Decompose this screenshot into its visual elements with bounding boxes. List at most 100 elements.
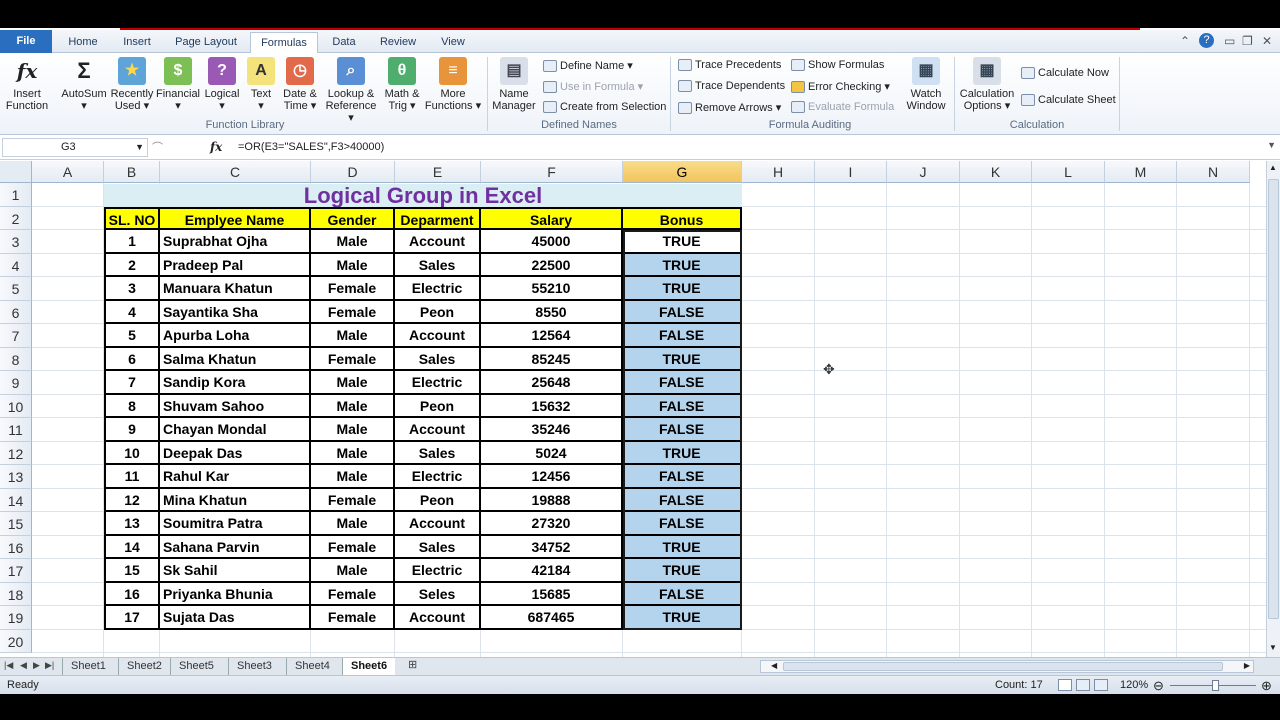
row-header-4[interactable]: 4 bbox=[0, 253, 32, 277]
row-header-17[interactable]: 17 bbox=[0, 559, 32, 583]
cell-sl-no[interactable]: 3 bbox=[104, 277, 160, 301]
cell-bonus[interactable]: TRUE bbox=[623, 441, 742, 465]
cell-bonus[interactable]: FALSE bbox=[623, 324, 742, 348]
watch-window-button[interactable]: ▦ Watch Window bbox=[902, 57, 950, 112]
row-header-7[interactable]: 7 bbox=[0, 324, 32, 348]
sheet-title[interactable]: Logical Group in Excel bbox=[104, 184, 742, 208]
cell-bonus[interactable]: FALSE bbox=[623, 371, 742, 395]
page-layout-view-icon[interactable] bbox=[1076, 679, 1090, 691]
cell-sl-no[interactable]: 15 bbox=[104, 559, 160, 583]
row-header-11[interactable]: 11 bbox=[0, 418, 32, 442]
column-header-k[interactable]: K bbox=[960, 161, 1032, 183]
cell-department[interactable]: Electric bbox=[395, 371, 481, 395]
insert-function-icon[interactable]: fx bbox=[210, 140, 222, 154]
cell-gender[interactable]: Female bbox=[311, 277, 395, 301]
cell-gender[interactable]: Male bbox=[311, 324, 395, 348]
cell-salary[interactable]: 5024 bbox=[481, 441, 623, 465]
cell-department[interactable]: Peon bbox=[395, 300, 481, 324]
insert-function-button[interactable]: fx Insert Function bbox=[4, 57, 50, 112]
row-header-6[interactable]: 6 bbox=[0, 300, 32, 324]
row-header-16[interactable]: 16 bbox=[0, 535, 32, 559]
cell-bonus[interactable]: TRUE bbox=[623, 535, 742, 559]
cell-sl-no[interactable]: 7 bbox=[104, 371, 160, 395]
cell-salary[interactable]: 15685 bbox=[481, 582, 623, 606]
cell-sl-no[interactable]: 4 bbox=[104, 300, 160, 324]
cell-bonus[interactable]: FALSE bbox=[623, 465, 742, 489]
cell-department[interactable]: Peon bbox=[395, 488, 481, 512]
cell-bonus[interactable]: TRUE bbox=[623, 559, 742, 583]
column-header-l[interactable]: L bbox=[1032, 161, 1105, 183]
name-manager-button[interactable]: ▤ Name Manager bbox=[491, 57, 537, 112]
cell-salary[interactable]: 55210 bbox=[481, 277, 623, 301]
cell-salary[interactable]: 25648 bbox=[481, 371, 623, 395]
zoom-out-icon[interactable]: ⊖ bbox=[1153, 677, 1164, 695]
cell-bonus[interactable]: TRUE bbox=[623, 347, 742, 371]
cell-salary[interactable]: 45000 bbox=[481, 230, 623, 254]
header-sl-no[interactable]: SL. NO bbox=[104, 206, 160, 230]
cell-department[interactable]: Sales bbox=[395, 253, 481, 277]
cell-employee-name[interactable]: Manuara Khatun bbox=[160, 277, 311, 301]
cell-salary[interactable]: 85245 bbox=[481, 347, 623, 371]
cell-sl-no[interactable]: 14 bbox=[104, 535, 160, 559]
page-break-view-icon[interactable] bbox=[1094, 679, 1108, 691]
scroll-left-icon[interactable]: ◀ bbox=[771, 661, 777, 670]
restore-icon[interactable]: ❐ bbox=[1242, 34, 1253, 48]
header-bonus[interactable]: Bonus bbox=[623, 206, 742, 230]
cell-department[interactable]: Sales bbox=[395, 441, 481, 465]
column-header-f[interactable]: F bbox=[481, 161, 623, 183]
column-header-c[interactable]: C bbox=[160, 161, 311, 183]
scroll-up-icon[interactable]: ▲ bbox=[1269, 163, 1277, 172]
cell-salary[interactable]: 12456 bbox=[481, 465, 623, 489]
row-header-14[interactable]: 14 bbox=[0, 488, 32, 512]
cell-sl-no[interactable]: 9 bbox=[104, 418, 160, 442]
cell-department[interactable]: Electric bbox=[395, 465, 481, 489]
cell-salary[interactable]: 15632 bbox=[481, 394, 623, 418]
cell-salary[interactable]: 34752 bbox=[481, 535, 623, 559]
cell-sl-no[interactable]: 17 bbox=[104, 606, 160, 630]
column-header-j[interactable]: J bbox=[887, 161, 960, 183]
cell-salary[interactable]: 27320 bbox=[481, 512, 623, 536]
column-header-g[interactable]: G bbox=[623, 161, 742, 183]
row-header-13[interactable]: 13 bbox=[0, 465, 32, 489]
evaluate-formula-button[interactable]: Evaluate Formula bbox=[791, 101, 894, 113]
scroll-right-icon[interactable]: ▶ bbox=[1244, 661, 1250, 670]
ribbon-minimize-icon[interactable]: ⌃ bbox=[1180, 34, 1190, 48]
vertical-scrollbar[interactable]: ▲ ▼ bbox=[1266, 161, 1280, 657]
cell-employee-name[interactable]: Sujata Das bbox=[160, 606, 311, 630]
cell-sl-no[interactable]: 6 bbox=[104, 347, 160, 371]
text-button[interactable]: A Text ▾ bbox=[244, 57, 278, 112]
row-header-10[interactable]: 10 bbox=[0, 394, 32, 418]
sheet-tab-sheet3[interactable]: Sheet3 bbox=[228, 658, 280, 675]
prev-sheet-icon[interactable]: ◀ bbox=[20, 660, 27, 671]
cell-gender[interactable]: Male bbox=[311, 253, 395, 277]
cell-bonus[interactable]: TRUE bbox=[623, 230, 742, 254]
column-header-h[interactable]: H bbox=[742, 161, 815, 183]
cell-employee-name[interactable]: Suprabhat Ojha bbox=[160, 230, 311, 254]
trace-precedents-button[interactable]: Trace Precedents bbox=[678, 59, 781, 71]
cell-department[interactable]: Account bbox=[395, 418, 481, 442]
column-header-m[interactable]: M bbox=[1105, 161, 1177, 183]
row-header-19[interactable]: 19 bbox=[0, 606, 32, 630]
cell-employee-name[interactable]: Sayantika Sha bbox=[160, 300, 311, 324]
cell-bonus[interactable]: FALSE bbox=[623, 418, 742, 442]
tab-review[interactable]: Review bbox=[372, 32, 424, 53]
cell-salary[interactable]: 8550 bbox=[481, 300, 623, 324]
minimize-icon[interactable]: ▭ bbox=[1224, 34, 1235, 48]
cell-bonus[interactable]: FALSE bbox=[623, 512, 742, 536]
cell-gender[interactable]: Male bbox=[311, 230, 395, 254]
calculate-sheet-button[interactable]: Calculate Sheet bbox=[1021, 94, 1116, 106]
cell-employee-name[interactable]: Salma Khatun bbox=[160, 347, 311, 371]
cell-salary[interactable]: 22500 bbox=[481, 253, 623, 277]
normal-view-icon[interactable] bbox=[1058, 679, 1072, 691]
remove-arrows-button[interactable]: Remove Arrows ▾ bbox=[678, 101, 781, 114]
horizontal-scrollbar[interactable]: ◀ ▶ bbox=[760, 660, 1254, 673]
column-header-a[interactable]: A bbox=[32, 161, 104, 183]
cell-employee-name[interactable]: Pradeep Pal bbox=[160, 253, 311, 277]
math-trig-button[interactable]: θ Math & Trig ▾ bbox=[380, 57, 424, 112]
financial-button[interactable]: $ Financial ▾ bbox=[154, 57, 202, 112]
more-functions-button[interactable]: ≡ More Functions ▾ bbox=[424, 57, 482, 112]
logical-button[interactable]: ? Logical ▾ bbox=[200, 57, 244, 112]
cell-gender[interactable]: Male bbox=[311, 465, 395, 489]
column-header-e[interactable]: E bbox=[395, 161, 481, 183]
sheet-tab-sheet2[interactable]: Sheet2 bbox=[118, 658, 170, 675]
